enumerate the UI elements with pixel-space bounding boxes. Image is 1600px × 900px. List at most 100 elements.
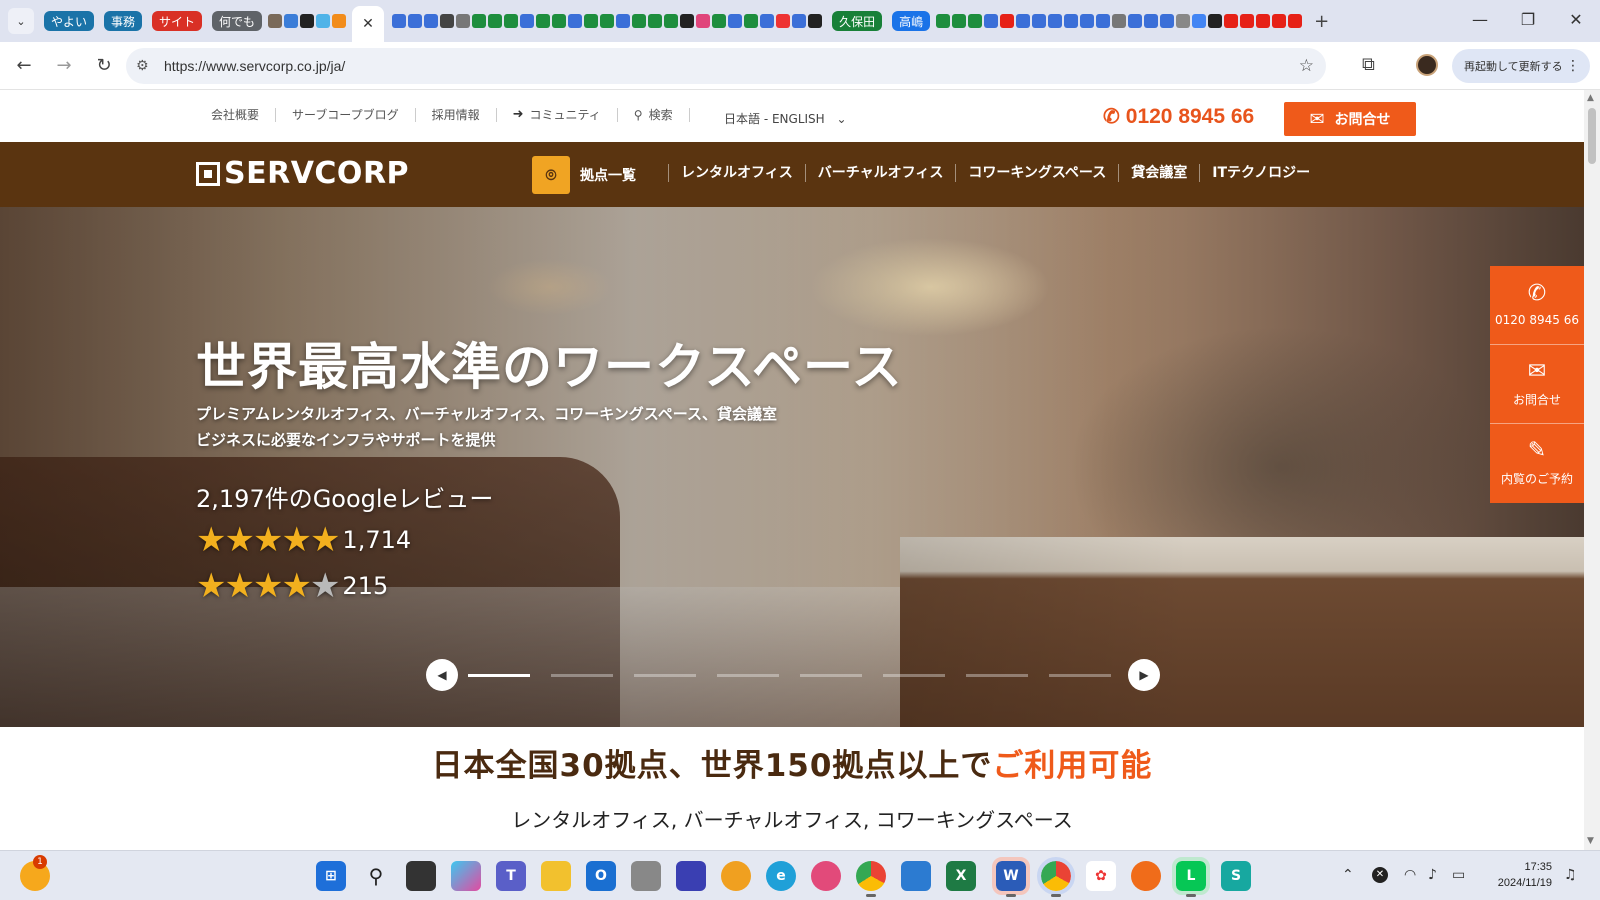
app-icon-3[interactable] <box>811 861 841 891</box>
star-icon: ★ <box>281 566 312 606</box>
remote-desktop-icon[interactable] <box>901 861 931 891</box>
scrollbar-thumb[interactable] <box>1588 108 1596 164</box>
page-scrollbar[interactable]: ▲ ▼ <box>1584 90 1600 850</box>
nav-coworking[interactable]: コワーキングスペース <box>955 164 1118 182</box>
tab-group-jimu[interactable]: 事務 <box>104 11 143 31</box>
side-contact-label: お問合せ <box>1512 392 1561 407</box>
link-community[interactable]: ➜ コミュニティ <box>497 108 618 122</box>
carousel-indicator[interactable] <box>966 674 1028 677</box>
edge-icon[interactable]: e <box>766 861 796 891</box>
close-window-icon[interactable]: ✕ <box>1566 10 1586 29</box>
minimize-icon[interactable]: — <box>1470 10 1490 29</box>
servcorp-logo[interactable]: SERVCORP <box>196 156 409 191</box>
notification-bell-icon[interactable]: ♫ <box>1564 867 1577 883</box>
language-selector[interactable]: 日本語 - ENGLISH ⌄ <box>724 110 847 127</box>
wifi-icon[interactable]: ◠ <box>1404 867 1416 883</box>
mail-icon: ✉ <box>1309 108 1325 130</box>
link-search[interactable]: ⚲ 検索 <box>618 108 690 122</box>
side-contact-button[interactable]: ✉ お問合せ <box>1490 345 1584 424</box>
reload-icon[interactable]: ↻ <box>86 48 122 84</box>
chrome-menu-icon[interactable]: ⋮ <box>1566 58 1580 74</box>
extensions-puzzle-icon[interactable]: ⧉ <box>1362 54 1375 75</box>
nav-it-technology[interactable]: ITテクノロジー <box>1199 164 1322 182</box>
line-icon[interactable]: L <box>1172 857 1210 897</box>
carousel-indicator[interactable] <box>468 674 530 677</box>
bookmark-star-icon[interactable]: ☆ <box>1299 56 1314 76</box>
back-arrow-icon[interactable]: ← <box>6 48 42 84</box>
side-tour-button[interactable]: ✎ 内覧のご予約 <box>1490 424 1584 503</box>
scroll-down-icon[interactable]: ▼ <box>1587 836 1594 846</box>
excel-icon[interactable]: X <box>946 861 976 891</box>
carousel-indicator[interactable] <box>800 674 862 677</box>
nav-rental-office[interactable]: レンタルオフィス <box>668 164 805 182</box>
app-icon-2[interactable] <box>721 861 751 891</box>
tab-group-site[interactable]: サイト <box>152 11 203 31</box>
forward-arrow-icon[interactable]: → <box>46 48 82 84</box>
scroll-up-icon[interactable]: ▲ <box>1587 93 1594 103</box>
browser-tabstrip: ⌄ やよい 事務 サイト 何でも ✕ 久保田 高嶋 + — ❐ ✕ <box>0 0 1600 42</box>
outlook-icon[interactable]: O <box>586 861 616 891</box>
page-viewport: 会社概要 サーブコープブログ 採用情報 ➜ コミュニティ ⚲ 検索 日本語 - EN… <box>0 90 1584 850</box>
task-view-icon[interactable] <box>406 861 436 891</box>
pinned-tab-favicons[interactable] <box>268 14 347 28</box>
mail-icon: ✉ <box>1527 358 1547 384</box>
locations-label: 拠点一覧 <box>580 168 636 184</box>
carousel-indicator[interactable] <box>634 674 696 677</box>
nav-meeting-rooms[interactable]: 貸会議室 <box>1118 164 1199 182</box>
app-icon-1[interactable] <box>676 861 706 891</box>
file-explorer-icon[interactable] <box>541 861 571 891</box>
hero-subtitle-line1: プレミアムレンタルオフィス、バーチャルオフィス、コワーキングスペース、貸会議室 <box>196 405 777 423</box>
header-phone[interactable]: ✆ 0120 8945 66 <box>1103 104 1254 129</box>
snipping-tool-icon[interactable] <box>631 861 661 891</box>
tab-group-takashima[interactable]: 高嶋 <box>892 11 931 31</box>
nav-virtual-office[interactable]: バーチャルオフィス <box>804 164 956 182</box>
link-company[interactable]: 会社概要 <box>211 108 277 122</box>
carousel-indicator[interactable] <box>551 674 613 677</box>
star-icon: ★ <box>196 520 227 560</box>
carousel-indicator[interactable] <box>1049 674 1111 677</box>
active-tab-close-icon[interactable]: ✕ <box>352 6 384 42</box>
carousel-next-icon[interactable]: ▶ <box>1128 659 1160 691</box>
chrome-profile-icon[interactable] <box>1037 857 1075 897</box>
system-clock[interactable]: 17:35 2024/11/19 <box>1488 859 1552 891</box>
site-info-icon[interactable]: ⚙ <box>136 58 158 74</box>
side-phone-button[interactable]: ✆ 0120 8945 66 <box>1490 266 1584 345</box>
tab-favicons-row[interactable] <box>392 14 823 28</box>
tab-favicons-row-2[interactable] <box>936 14 1303 28</box>
app-icon-4[interactable]: ✿ <box>1086 861 1116 891</box>
start-windows-icon[interactable]: ⊞ <box>316 861 346 891</box>
copilot-icon[interactable] <box>451 861 481 891</box>
battery-icon[interactable]: ▭ <box>1452 867 1465 883</box>
carousel-prev-icon[interactable]: ◀ <box>426 659 458 691</box>
tab-group-kubota[interactable]: 久保田 <box>832 11 883 31</box>
chrome-icon[interactable] <box>856 861 886 897</box>
restore-icon[interactable]: ❐ <box>1518 10 1538 29</box>
locations-button[interactable]: ⌾ 拠点一覧 <box>532 156 636 194</box>
chevron-down-icon: ⌄ <box>836 112 847 126</box>
carousel-indicator[interactable] <box>883 674 945 677</box>
header-contact-button[interactable]: ✉ お問合せ <box>1284 102 1416 136</box>
link-blog[interactable]: サーブコープブログ <box>276 108 416 122</box>
carousel-indicator[interactable] <box>717 674 779 677</box>
volume-icon[interactable]: ♪ <box>1428 867 1437 883</box>
app-icon-6[interactable]: S <box>1221 861 1251 891</box>
clock-date: 2024/11/19 <box>1497 877 1552 889</box>
address-bar[interactable]: ⚙ https://www.servcorp.co.jp/ja/ ☆ <box>126 48 1326 84</box>
app-icon-5[interactable] <box>1131 861 1161 891</box>
word-icon[interactable]: W <box>992 857 1030 897</box>
browser-toolbar: ← → ↻ ⚙ https://www.servcorp.co.jp/ja/ ☆… <box>0 42 1600 90</box>
taskbar-search-icon[interactable]: ⚲ <box>361 861 391 891</box>
side-phone-number: 0120 8945 66 <box>1495 313 1579 327</box>
url-text[interactable]: https://www.servcorp.co.jp/ja/ <box>164 58 345 74</box>
teams-icon[interactable]: T <box>496 861 526 891</box>
tab-search-button[interactable]: ⌄ <box>8 8 34 34</box>
tab-group-yayoi[interactable]: やよい <box>44 11 95 31</box>
new-tab-button[interactable]: + <box>1314 11 1329 32</box>
google-reviews-heading: 2,197件のGoogleレビュー <box>196 485 494 513</box>
tab-group-nandemo[interactable]: 何でも <box>212 11 263 31</box>
profile-avatar[interactable] <box>1416 54 1438 76</box>
link-careers[interactable]: 採用情報 <box>416 108 497 122</box>
tray-app-icon[interactable]: ✕ <box>1372 867 1388 883</box>
relaunch-update-button[interactable]: 再起動して更新する ⋮ <box>1452 49 1590 83</box>
tray-overflow-chevron-icon[interactable]: ⌃ <box>1342 867 1354 883</box>
